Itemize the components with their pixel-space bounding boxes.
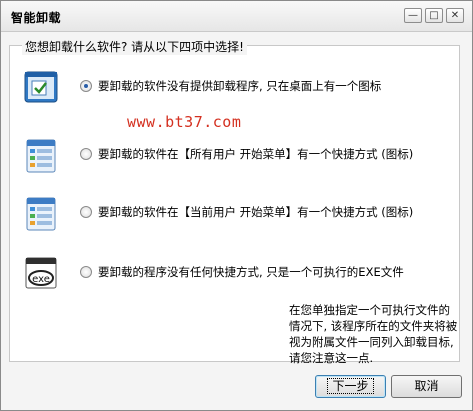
option-3-label: 要卸载的软件在【当前用户 开始菜单】有一个快捷方式 (图标) xyxy=(98,205,414,219)
option-desktop-icon[interactable]: 要卸载的软件没有提供卸载程序, 只在桌面上有一个图标 xyxy=(10,68,450,108)
option-1-label: 要卸载的软件没有提供卸载程序, 只在桌面上有一个图标 xyxy=(98,79,382,93)
close-button[interactable]: ✕ xyxy=(446,8,464,23)
watermark-text: www.bt37.com xyxy=(127,113,242,131)
window-title: 智能卸载 xyxy=(11,11,62,25)
exe-file-icon: exe xyxy=(25,257,57,289)
option-current-user-start-menu[interactable]: 要卸载的软件在【当前用户 开始菜单】有一个快捷方式 (图标) xyxy=(10,194,450,234)
svg-text:exe: exe xyxy=(32,274,50,285)
minimize-button[interactable]: — xyxy=(404,8,422,23)
start-menu-all-users-icon xyxy=(26,139,56,173)
exe-note-text: 在您单独指定一个可执行文件的情况下, 该程序所在的文件夹将被视为附属文件一同列入… xyxy=(289,303,458,365)
next-button[interactable]: 下一步 xyxy=(315,375,386,398)
app-window-icon xyxy=(24,71,58,103)
option-4-label: 要卸载的程序没有任何快捷方式, 只是一个可执行的EXE文件 xyxy=(98,265,404,279)
window-controls: — □ ✕ xyxy=(404,8,464,23)
option-2-label: 要卸载的软件在【所有用户 开始菜单】有一个快捷方式 (图标) xyxy=(98,147,414,161)
cancel-button[interactable]: 取消 xyxy=(391,375,462,398)
option-all-users-start-menu[interactable]: 要卸载的软件在【所有用户 开始菜单】有一个快捷方式 (图标) xyxy=(10,136,450,176)
title-bar: 智能卸载 — □ ✕ xyxy=(1,1,472,32)
next-button-label: 下一步 xyxy=(327,378,374,394)
group-title: 您想卸载什么软件? 请从以下四项中选择! xyxy=(22,38,247,55)
option-2-radio[interactable] xyxy=(80,148,92,160)
option-exe-file[interactable]: exe 要卸载的程序没有任何快捷方式, 只是一个可执行的EXE文件 xyxy=(10,254,450,294)
start-menu-current-user-icon xyxy=(26,197,56,231)
maximize-button[interactable]: □ xyxy=(425,8,443,23)
uninstall-wizard-window: 智能卸载 — □ ✕ 您想卸载什么软件? 请从以下四项中选择! 要卸载的软件没有… xyxy=(0,0,473,411)
option-3-radio[interactable] xyxy=(80,206,92,218)
option-4-radio[interactable] xyxy=(80,266,92,278)
option-1-radio[interactable] xyxy=(80,80,92,92)
